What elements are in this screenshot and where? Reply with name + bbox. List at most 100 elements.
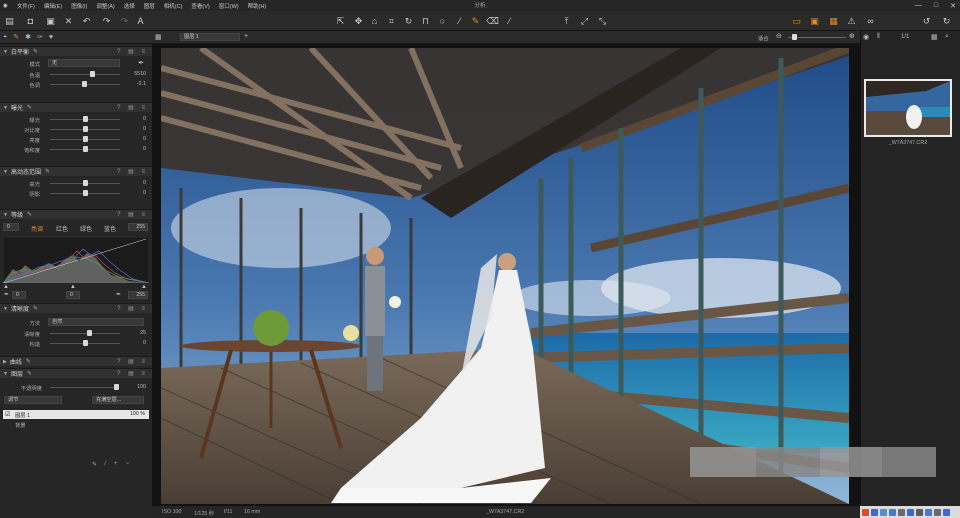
redo-icon[interactable]: ↷	[118, 15, 131, 27]
expand-icon[interactable]: ⤢	[578, 15, 591, 27]
grid-icon[interactable]: ▦	[931, 33, 938, 41]
slider-knob[interactable]	[83, 146, 88, 152]
clarity-method-select[interactable]: 自然	[48, 318, 144, 326]
zoom-slider-knob[interactable]	[792, 34, 797, 40]
brush-tab-icon[interactable]: ✎	[13, 33, 19, 41]
compare-icon[interactable]: ▣	[808, 15, 821, 27]
eyedropper-black-icon[interactable]: ✒	[4, 291, 9, 298]
tray-icon[interactable]	[916, 508, 923, 516]
slider-value[interactable]: -2.1	[122, 81, 146, 87]
output-min-input[interactable]: 0	[12, 291, 26, 299]
midpoint-marker-icon[interactable]: ▲	[70, 284, 76, 290]
gradient-icon[interactable]: ⁄	[503, 15, 516, 27]
slider-value[interactable]: 0	[122, 146, 146, 152]
export-icon[interactable]: ▣	[44, 15, 57, 27]
edit-icon[interactable]: ✎	[45, 168, 50, 175]
undo-icon[interactable]: ↶	[80, 15, 93, 27]
refresh-icon[interactable]: ↻	[940, 15, 953, 27]
eraser-icon[interactable]: ⌫	[486, 15, 499, 27]
adjust-layer-button[interactable]: 调节	[4, 396, 62, 404]
section-hdr[interactable]: ▼ 高动态范围 ✎ ? ▤ ≡	[0, 166, 152, 176]
collapse-arrow-icon[interactable]: ▼	[3, 105, 8, 111]
tray-icon[interactable]	[934, 508, 941, 516]
edit-icon[interactable]: ✎	[27, 211, 32, 218]
section-tools-icon[interactable]: ? ▤ ≡	[117, 211, 148, 218]
expand-arrow-icon[interactable]: ▶	[3, 359, 7, 365]
rotate-icon[interactable]: ↻	[402, 15, 415, 27]
tray-icon[interactable]	[889, 508, 896, 516]
select-tool-icon[interactable]: ⇱	[334, 15, 347, 27]
warning-icon[interactable]: ⚠	[845, 15, 858, 27]
maximize-icon[interactable]: □	[934, 2, 938, 9]
crop-icon[interactable]: ⌗	[385, 15, 398, 27]
keystone-icon[interactable]: ⊓	[419, 15, 432, 27]
wb-mode-select[interactable]: 无	[48, 59, 120, 67]
section-tools-icon[interactable]: ? ▤ ≡	[117, 370, 148, 377]
slider-value[interactable]: 0	[122, 190, 146, 196]
edit-icon[interactable]: ✎	[27, 370, 32, 377]
glasses-icon[interactable]: ∞	[864, 15, 877, 27]
section-tools-icon[interactable]: ? ▤ ≡	[117, 104, 148, 111]
section-tools-icon[interactable]: ? ▤ ≡	[117, 305, 148, 312]
edit-icon[interactable]: ✎	[33, 305, 38, 312]
slider-knob[interactable]	[83, 116, 88, 122]
section-tools-icon[interactable]: ? ▤ ≡	[117, 48, 148, 55]
edit-icon[interactable]: ✎	[26, 358, 31, 365]
slider-value[interactable]: 25	[122, 330, 146, 336]
camera-icon[interactable]: ◘	[24, 15, 37, 27]
redo-disabled-icon[interactable]: ↷	[100, 15, 113, 27]
slider-value[interactable]: 5510	[122, 71, 146, 77]
move-tool-icon[interactable]: ✥	[352, 15, 365, 27]
section-tools-icon[interactable]: ? ▤ ≡	[117, 358, 148, 365]
spot-icon[interactable]: ○	[436, 15, 449, 27]
slider-knob[interactable]	[83, 190, 88, 196]
levels-tab-red[interactable]: 红色	[56, 224, 68, 233]
menu-file[interactable]: 文件(F)	[17, 2, 35, 10]
delete-icon[interactable]: ✕	[62, 15, 75, 27]
black-point-marker-icon[interactable]: ▲	[3, 284, 9, 290]
import-icon[interactable]: ▤	[3, 15, 16, 27]
menu-help[interactable]: 帮助(H)	[248, 2, 267, 10]
menu-window[interactable]: 窗口(W)	[219, 2, 239, 10]
levels-min-input[interactable]: 0	[3, 223, 19, 231]
pause-icon[interactable]: ‖	[877, 33, 880, 40]
slider-value[interactable]: 0	[122, 136, 146, 142]
text-icon[interactable]: A	[134, 15, 147, 27]
opacity-value[interactable]: 100	[122, 384, 146, 390]
section-white-balance[interactable]: ▼ 白平衡 ✎ ? ▤ ≡	[0, 46, 152, 56]
tray-icon[interactable]	[925, 508, 932, 516]
heart-tab-icon[interactable]: ♥	[49, 34, 53, 41]
collapse-arrow-icon[interactable]: ▼	[3, 212, 8, 218]
aperture-tab-icon[interactable]: ✱	[25, 33, 31, 41]
slider-value[interactable]: 0	[122, 116, 146, 122]
layers-view-icon[interactable]: ▭	[790, 15, 803, 27]
tray-icon[interactable]	[943, 508, 950, 516]
menu-image[interactable]: 图像(I)	[71, 2, 87, 10]
slider-knob[interactable]	[90, 71, 95, 77]
brush-layer-icon[interactable]: ✎	[92, 461, 97, 468]
brush-active-icon[interactable]: ✎	[469, 15, 482, 27]
collapse-icon[interactable]: ⤡	[596, 15, 609, 27]
opacity-knob[interactable]	[114, 384, 119, 390]
minimize-icon[interactable]: —	[915, 2, 922, 9]
search-icon[interactable]: ⌕	[945, 33, 949, 41]
menu-adjust[interactable]: 调整(A)	[96, 2, 114, 10]
layer-item-background[interactable]: 背景	[3, 420, 149, 429]
wrench-tab-icon[interactable]: ✑	[37, 33, 43, 41]
app-logo-icon[interactable]: ◉	[3, 3, 8, 9]
collapse-arrow-icon[interactable]: ▼	[3, 169, 8, 175]
grid-icon[interactable]: ▦	[827, 15, 840, 27]
levels-max-input[interactable]: 255	[128, 223, 148, 231]
section-exposure[interactable]: ▼ 曝光 ✎ ? ▤ ≡	[0, 102, 152, 112]
slider-knob[interactable]	[83, 136, 88, 142]
close-window-icon[interactable]: ✕	[950, 2, 956, 10]
slider-value[interactable]: 0	[122, 126, 146, 132]
eye-icon[interactable]: ◉	[863, 33, 869, 41]
white-point-marker-icon[interactable]: ▲	[141, 284, 147, 290]
levels-histogram[interactable]	[3, 237, 149, 283]
mask-tool-icon[interactable]: ⌂	[368, 15, 381, 27]
collapse-arrow-icon[interactable]: ▼	[3, 49, 8, 55]
slider-knob[interactable]	[83, 180, 88, 186]
output-mid-input[interactable]: 0	[66, 291, 80, 299]
section-tools-icon[interactable]: ? ▤ ≡	[117, 168, 148, 175]
